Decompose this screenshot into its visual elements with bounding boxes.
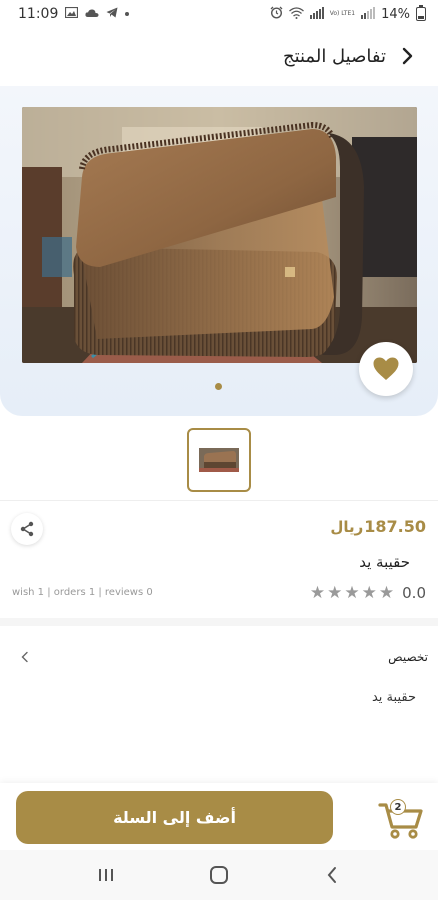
product-main-image[interactable] <box>22 107 417 363</box>
star-icon: ★ <box>327 582 343 603</box>
cart-button[interactable]: 2 <box>378 795 426 843</box>
heart-icon <box>373 357 399 380</box>
product-stats: wish 1 | orders 1 | reviews 0 <box>12 587 153 598</box>
nav-back-button[interactable] <box>312 855 352 895</box>
nav-back-icon <box>327 867 336 883</box>
share-icon <box>20 521 34 537</box>
gallery-notification-icon <box>65 6 79 21</box>
home-button[interactable] <box>199 855 239 895</box>
price: ريال 187.50 <box>330 517 426 536</box>
network-type-label: Vo) LTE1 <box>329 10 356 17</box>
customization-label: تخصيص <box>388 650 428 664</box>
recent-apps-button[interactable] <box>86 855 126 895</box>
notification-dot-icon <box>125 12 130 16</box>
battery-icon <box>416 5 426 21</box>
app-header: تفاصيل المنتج <box>0 28 438 84</box>
signal-2-icon <box>361 6 376 22</box>
status-time: 11:09 <box>18 6 59 22</box>
cloud-icon <box>85 8 99 21</box>
star-icon: ★ <box>344 582 360 603</box>
recent-apps-icon <box>99 869 114 881</box>
bottom-action-bar: أضف إلى السلة 2 <box>0 783 438 850</box>
chevron-left-icon <box>21 651 28 663</box>
divider <box>0 500 438 501</box>
price-value: 187.50 <box>364 517 426 536</box>
star-icon: ★ <box>361 582 377 603</box>
rating-value: 0.0 <box>402 584 426 602</box>
chevron-right-icon <box>402 47 413 65</box>
telegram-icon <box>106 7 118 21</box>
star-icon: ★ <box>378 582 395 603</box>
alarm-icon <box>270 6 283 22</box>
product-name: حقيبة يد <box>359 553 410 571</box>
star-icon: ★ <box>309 582 326 603</box>
signal-icon <box>309 6 324 22</box>
system-nav-bar <box>0 850 438 900</box>
cart-count-badge: 2 <box>390 799 406 815</box>
home-icon <box>209 866 228 884</box>
product-gallery-card <box>0 86 438 416</box>
rating-row: ★ ★ ★ ★ ★ 0.0 <box>310 584 426 602</box>
status-right: Vo) LTE1 14% <box>270 5 426 22</box>
share-button[interactable] <box>11 513 43 545</box>
battery-percent: 14% <box>381 6 410 22</box>
wooden-clutch-photo <box>22 107 417 363</box>
status-bar: 11:09 Vo) LTE1 14% <box>0 0 438 28</box>
price-currency: ريال <box>330 518 364 536</box>
favorite-button[interactable] <box>359 342 413 396</box>
back-button[interactable] <box>396 44 420 68</box>
wifi-icon <box>288 6 304 22</box>
add-to-cart-button[interactable]: أضف إلى السلة <box>16 791 333 844</box>
carousel-indicator-dot[interactable] <box>215 383 222 390</box>
page-title: تفاصيل المنتج <box>282 45 386 67</box>
rating-stars: ★ ★ ★ ★ ★ <box>309 582 395 603</box>
gallery-thumbnail[interactable] <box>187 428 251 492</box>
status-left: 11:09 <box>18 6 130 22</box>
customization-value: حقيبة يد <box>371 690 416 705</box>
customization-row[interactable]: تخصيص <box>0 642 438 672</box>
section-divider <box>0 618 438 626</box>
thumbnail-image <box>199 448 239 472</box>
